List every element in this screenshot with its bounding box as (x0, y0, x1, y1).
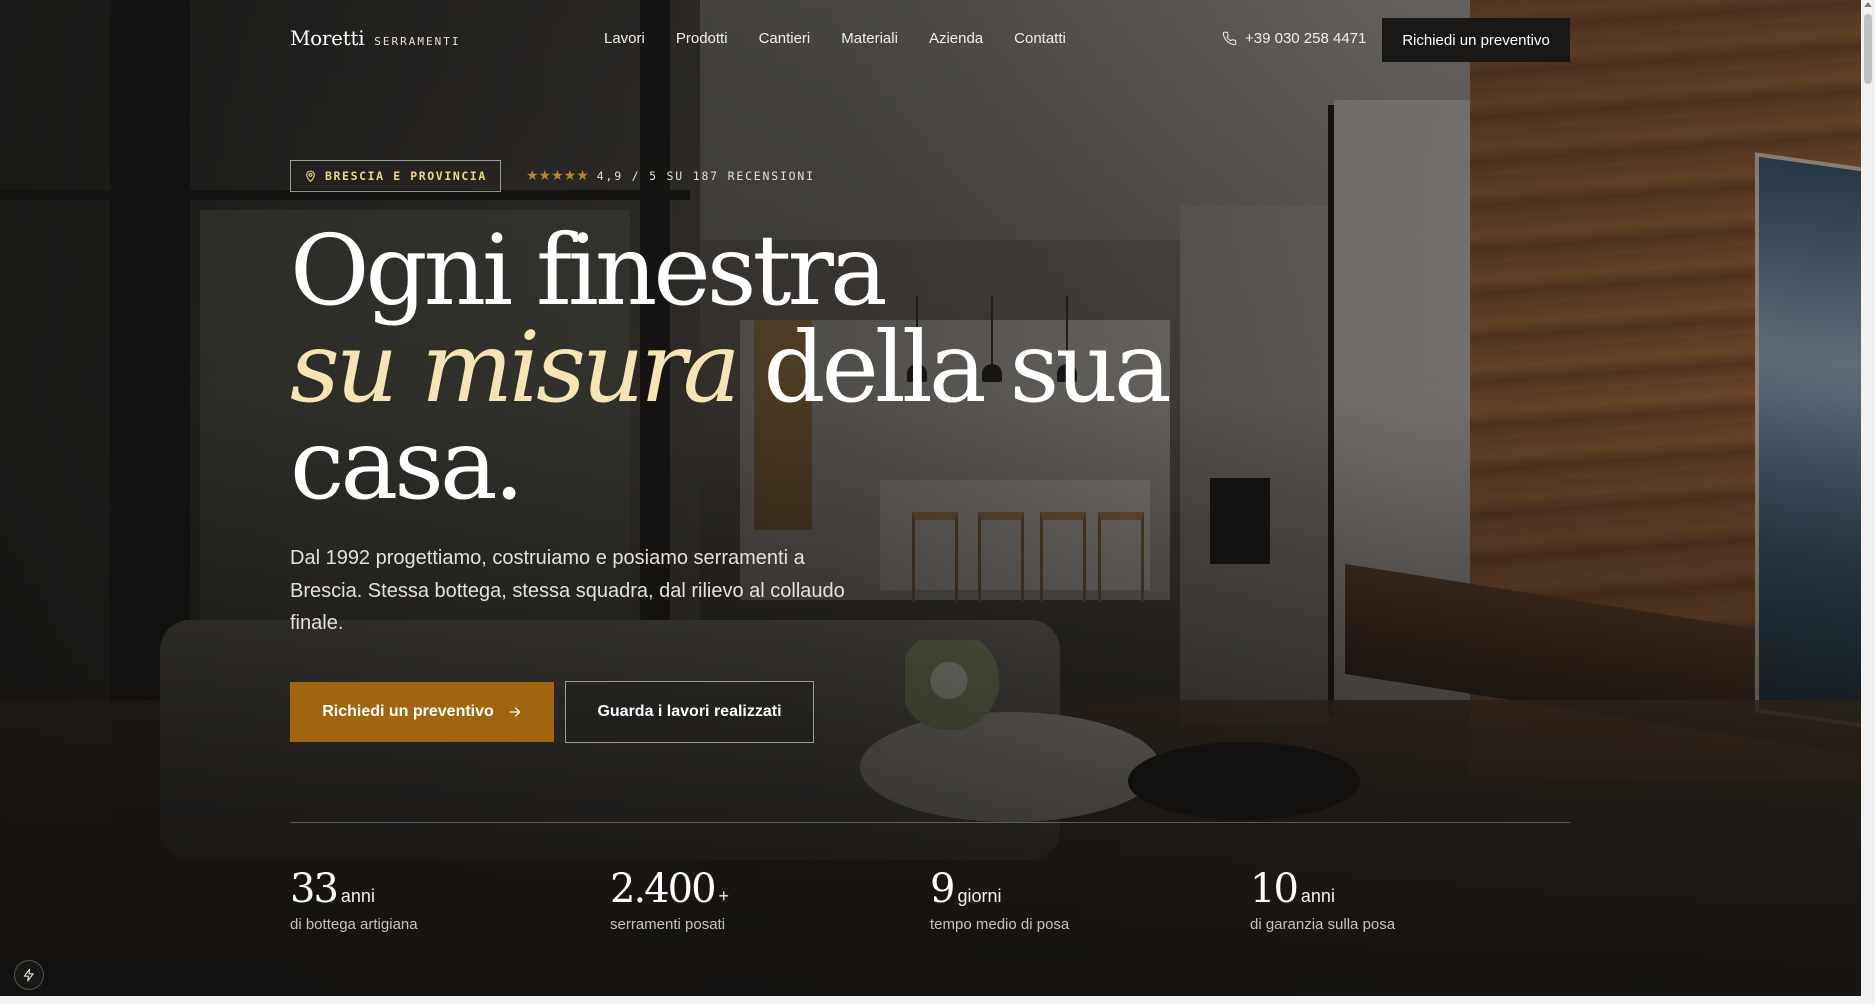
phone-number: +39 030 258 4471 (1245, 30, 1367, 47)
brand-logo[interactable]: Moretti SERRAMENTI (290, 26, 461, 50)
main-nav: Lavori Prodotti Cantieri Materiali Azien… (604, 30, 1066, 47)
nav-item-lavori[interactable]: Lavori (604, 30, 645, 47)
nav-item-prodotti[interactable]: Prodotti (676, 30, 728, 47)
stat-label: tempo medio di posa (930, 916, 1070, 933)
location-badge: BRESCIA E PROVINCIA (290, 160, 501, 192)
hero-quote-button[interactable]: Richiedi un preventivo (290, 682, 554, 742)
brand-tagline: SERRAMENTI (374, 35, 461, 48)
stat-warranty: 10 anni di garanzia sulla posa (1250, 866, 1395, 933)
headline-line-2-rest: della sua (763, 311, 1171, 424)
stat-windows-installed: 2.400 + serramenti posati (610, 866, 729, 933)
bottom-edge (0, 996, 1861, 1004)
headline-line-1: Ogni finestra (290, 214, 888, 327)
nav-item-azienda[interactable]: Azienda (929, 30, 983, 47)
nav-item-cantieri[interactable]: Cantieri (759, 30, 811, 47)
bolt-button[interactable] (14, 960, 44, 990)
stat-value: 10 (1250, 866, 1299, 912)
view-projects-button[interactable]: Guarda i lavori realizzati (565, 681, 814, 743)
headline-line-2: su misura della sua (290, 319, 1172, 416)
phone-link[interactable]: +39 030 258 4471 (1222, 30, 1366, 47)
site-header: Moretti SERRAMENTI Lavori Prodotti Canti… (290, 18, 1570, 62)
stat-unit: + (718, 886, 730, 906)
nav-item-materiali[interactable]: Materiali (841, 30, 898, 47)
location-text: BRESCIA E PROVINCIA (325, 169, 487, 183)
phone-icon (1222, 31, 1237, 46)
rating-summary: ★★★★★ 4,9 / 5 SU 187 RECENSIONI (526, 167, 815, 184)
rating-text: 4,9 / 5 SU 187 RECENSIONI (596, 168, 815, 183)
stat-unit: anni (1300, 886, 1335, 906)
stat-value: 33 (290, 866, 339, 912)
stat-value: 2.400 (610, 866, 717, 912)
stat-years: 33 anni di bottega artigiana (290, 866, 418, 933)
rating-stars-icon: ★★★★★ (526, 167, 589, 183)
hero-quote-label: Richiedi un preventivo (322, 703, 494, 720)
hero-headline: Ogni finestra su misura della sua casa. (290, 214, 1172, 521)
arrow-right-icon (509, 707, 521, 717)
scroll-up-arrow-icon[interactable] (1864, 2, 1872, 7)
headline-line-3: casa. (290, 408, 525, 521)
hero-lead-paragraph: Dal 1992 progettiamo, costruiamo e posia… (290, 547, 845, 634)
stat-label: di bottega artigiana (290, 916, 418, 933)
stat-value: 9 (930, 866, 955, 912)
stat-install-time: 9 giorni tempo medio di posa (930, 866, 1069, 933)
brand-name: Moretti (290, 26, 365, 50)
bolt-icon (23, 968, 34, 982)
stat-label: serramenti posati (610, 916, 726, 933)
location-pin-icon (306, 170, 315, 183)
nav-item-contatti[interactable]: Contatti (1014, 30, 1066, 47)
stat-label: di garanzia sulla posa (1250, 916, 1396, 933)
stat-unit: giorni (957, 886, 1002, 906)
stats-divider (290, 822, 1570, 823)
scroll-thumb[interactable] (1864, 14, 1872, 84)
header-quote-button[interactable]: Richiedi un preventivo (1382, 18, 1570, 62)
stat-unit: anni (340, 886, 375, 906)
page-scrollbar[interactable] (1861, 0, 1875, 1004)
